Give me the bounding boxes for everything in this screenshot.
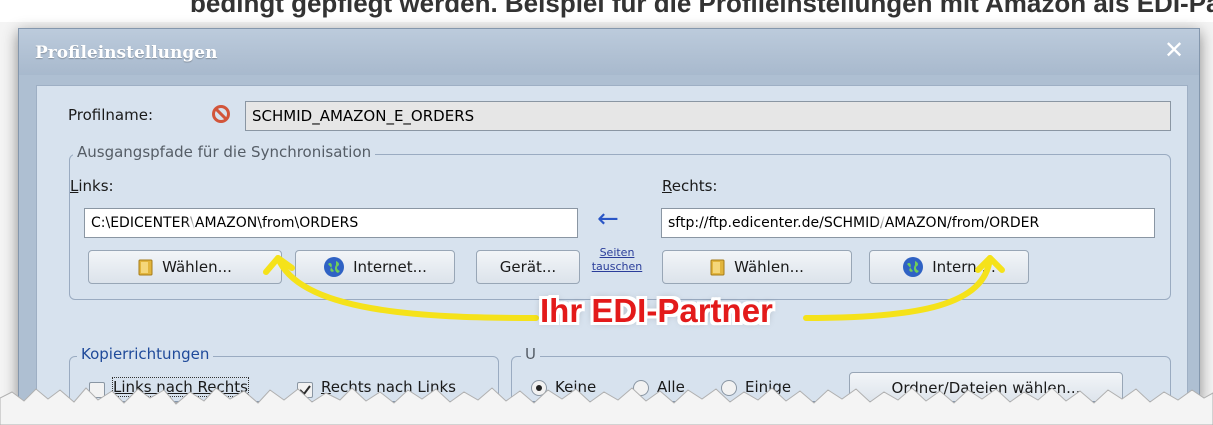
folder-icon — [138, 259, 153, 276]
edi-partner-callout: Ihr EDI-Partner — [540, 292, 773, 329]
radio-none-label[interactable]: Keine — [555, 378, 596, 396]
left-internet-button[interactable]: Internet... — [295, 250, 455, 284]
copy-directions-legend: Kopierrichtungen — [77, 345, 214, 363]
left-to-right-label[interactable]: Links nach Rechts — [112, 377, 249, 397]
left-path-field[interactable]: C:\EDICENTER\AMAZON\from\ORDERS — [84, 208, 578, 238]
dialog-title: Profileinstellungen — [35, 43, 218, 63]
radio-all-label[interactable]: Alle — [657, 378, 685, 396]
paths-group-legend: Ausgangspfade für die Synchronisation — [73, 143, 376, 161]
profile-settings-dialog: Profileinstellungen ✕ Profilname: SCHMID… — [18, 28, 1200, 402]
left-choose-button[interactable]: Wählen... — [88, 250, 282, 284]
radio-none[interactable] — [531, 380, 547, 396]
radio-some[interactable] — [721, 380, 737, 396]
swap-sides-link[interactable]: Seiten tauschen — [590, 246, 644, 274]
radio-some-label[interactable]: Einige — [745, 378, 791, 396]
right-internet-button[interactable]: Intern.... — [869, 250, 1029, 284]
profile-name-field[interactable]: SCHMID_AMAZON_E_ORDERS — [245, 101, 1171, 131]
forbidden-icon — [212, 105, 230, 123]
left-device-button[interactable]: Gerät... — [476, 250, 580, 284]
right-to-left-checkbox[interactable] — [297, 382, 313, 398]
left-path-label: Links: — [70, 177, 114, 195]
caption-text: bedingt gepflegt werden. Beispiel für di… — [190, 0, 1213, 18]
right-path-highlight: AMAZON/ — [884, 215, 952, 231]
close-icon[interactable]: ✕ — [1159, 35, 1189, 65]
profile-name-label: Profilname: — [68, 106, 154, 124]
selection-group-legend: U — [521, 345, 540, 363]
choose-files-button[interactable]: Ordner/Dateien wählen... — [849, 372, 1123, 401]
dialog-content: Profilname: SCHMID_AMAZON_E_ORDERS Ausga… — [36, 85, 1188, 401]
left-to-right-checkbox[interactable] — [89, 382, 105, 398]
radio-all[interactable] — [633, 380, 649, 396]
right-path-field[interactable]: sftp://ftp.edicenter.de/SCHMID/AMAZON/fr… — [661, 208, 1155, 238]
left-path-highlight: AMAZON\from\ORDERS — [194, 215, 359, 231]
right-path-label: Rechts: — [662, 177, 718, 195]
right-choose-button[interactable]: Wählen... — [662, 250, 852, 284]
left-arrow-icon: ← — [597, 204, 619, 234]
right-to-left-label[interactable]: Rechts nach Links — [321, 378, 456, 396]
checkmark-icon — [299, 385, 311, 396]
folder-icon — [710, 259, 725, 276]
globe-icon — [324, 257, 345, 277]
title-bar: Profileinstellungen ✕ — [19, 29, 1199, 75]
globe-icon — [903, 257, 924, 277]
caption-above: bedingt gepflegt werden. Beispiel für di… — [0, 0, 1213, 22]
